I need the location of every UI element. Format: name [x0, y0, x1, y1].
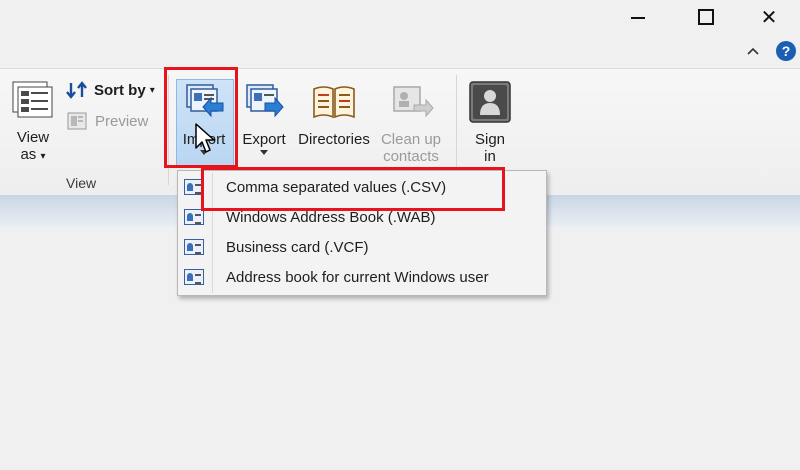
export-label: Export	[242, 131, 286, 148]
contact-card-icon	[184, 179, 204, 195]
title-bar: ✕	[0, 0, 800, 36]
export-icon	[246, 84, 284, 118]
import-icon	[186, 84, 224, 118]
maximize-button[interactable]	[683, 0, 729, 34]
sort-icon	[66, 81, 87, 99]
collapse-ribbon-icon[interactable]	[746, 44, 760, 58]
menu-item-label: Windows Address Book (.WAB)	[226, 208, 436, 226]
view-group-label: View	[66, 175, 97, 191]
clean-up-label-2: contacts	[383, 148, 439, 165]
menu-item-import-vcf[interactable]: Business card (.VCF)	[180, 233, 544, 261]
export-button[interactable]: Export	[238, 83, 290, 155]
group-separator	[168, 75, 169, 185]
clean-up-contacts-icon	[393, 86, 434, 118]
minimize-icon	[631, 17, 645, 19]
sign-in-label-1: Sign	[474, 131, 506, 148]
sign-in-button[interactable]: Sign in	[466, 81, 514, 165]
help-button[interactable]: ?	[776, 41, 796, 61]
menu-item-label: Comma separated values (.CSV)	[226, 178, 447, 196]
menu-item-import-windows-user[interactable]: Address book for current Windows user	[180, 263, 544, 291]
preview-icon	[67, 112, 87, 130]
preview-label: Preview	[95, 112, 149, 130]
import-dropdown-menu: Comma separated values (.CSV) Windows Ad…	[177, 170, 547, 296]
menu-item-label: Address book for current Windows user	[226, 268, 489, 286]
minimize-button[interactable]	[615, 0, 661, 34]
sort-by-button[interactable]: Sort by ▾	[66, 81, 155, 99]
menu-item-import-wab[interactable]: Windows Address Book (.WAB)	[180, 203, 544, 231]
export-dropdown-icon	[260, 150, 268, 155]
preview-button[interactable]: Preview	[67, 112, 148, 130]
sort-by-label: Sort by	[94, 81, 146, 99]
sign-in-icon	[469, 81, 511, 123]
clean-up-label-1: Clean up	[380, 131, 442, 148]
group-separator	[456, 75, 457, 185]
close-button[interactable]: ✕	[746, 0, 792, 34]
directories-button[interactable]: Directories	[294, 83, 374, 148]
contact-card-icon	[184, 239, 204, 255]
sign-in-label-2: in	[484, 148, 496, 165]
directories-icon	[313, 86, 355, 119]
maximize-icon	[698, 9, 714, 25]
clean-up-contacts-button[interactable]: Clean up contacts	[376, 83, 446, 165]
menu-item-import-csv[interactable]: Comma separated values (.CSV)	[180, 173, 544, 201]
mouse-cursor-icon	[195, 123, 215, 153]
menu-item-label: Business card (.VCF)	[226, 238, 369, 256]
view-as-icon	[12, 81, 53, 118]
view-as-label-1: View	[16, 129, 50, 146]
contact-card-icon	[184, 269, 204, 285]
close-icon: ✕	[760, 6, 778, 29]
sort-by-dropdown-icon: ▾	[149, 84, 155, 96]
view-as-label-2: as ▾	[20, 146, 46, 163]
contact-card-icon	[184, 209, 204, 225]
directories-label: Directories	[298, 131, 370, 148]
help-icon: ?	[781, 43, 791, 59]
view-as-button[interactable]: View as ▾	[10, 81, 56, 165]
